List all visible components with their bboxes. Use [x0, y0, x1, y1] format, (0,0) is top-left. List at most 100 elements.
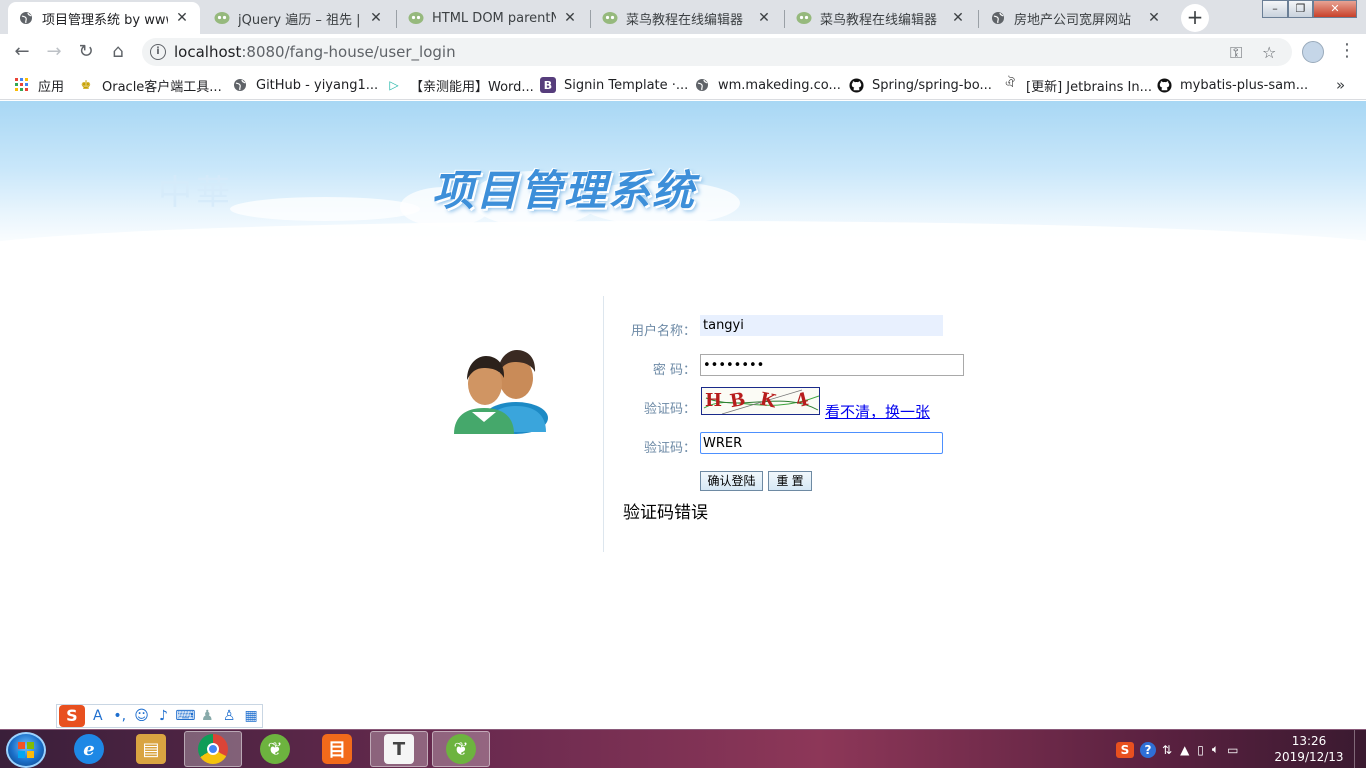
- windows-start-icon[interactable]: [6, 732, 46, 768]
- oracle-icon: ♚: [80, 78, 92, 92]
- taskbar-ie[interactable]: e: [60, 731, 118, 767]
- browser-toolbar: ← → ↻ ⌂ i localhost:8080/fang-house/user…: [0, 34, 1366, 70]
- tab-close-icon[interactable]: ✕: [562, 10, 578, 26]
- bookmark-mybatis-plus[interactable]: mybatis-plus-sam...: [1156, 76, 1308, 94]
- taskbar-chrome[interactable]: [184, 731, 242, 767]
- banner-watermark: 中華: [158, 173, 234, 213]
- tab-close-icon[interactable]: ✕: [1146, 10, 1162, 26]
- bookmark-star-icon[interactable]: ☆: [1262, 43, 1276, 62]
- globe-icon: [694, 77, 710, 93]
- tab-close-icon[interactable]: ✕: [174, 10, 190, 26]
- tab-title: HTML DOM parentNo: [432, 10, 556, 26]
- tab-runoob-editor-1[interactable]: 菜鸟教程在线编辑器 ✕: [592, 2, 782, 34]
- sogou-tray-icon[interactable]: S: [1116, 741, 1134, 758]
- bookmark-apps[interactable]: 应用: [14, 76, 64, 95]
- bookmarks-overflow-button[interactable]: »: [1336, 76, 1345, 94]
- ime-toolbar: S A •, ☺ ♪ ⌨ ♟ ♙ ▦: [56, 704, 263, 728]
- tab-close-icon[interactable]: ✕: [368, 10, 384, 26]
- system-tray: S ? ⇅ ▲ ▯ 🔈︎ ▭: [1116, 730, 1238, 769]
- bookmark-spring-boot[interactable]: Spring/spring-bo...: [848, 76, 992, 94]
- user-icon[interactable]: ♟: [196, 708, 218, 724]
- sogou-logo-icon[interactable]: S: [59, 705, 85, 727]
- ime-mode-icon[interactable]: A: [87, 708, 109, 724]
- back-arrow-icon[interactable]: ←: [10, 40, 34, 64]
- tab-title: jQuery 遍历 – 祖先 | 菜: [238, 12, 362, 28]
- show-desktop-button[interactable]: [1354, 730, 1366, 769]
- tab-project-system[interactable]: 项目管理系统 by www.r ✕: [8, 2, 200, 34]
- new-tab-button[interactable]: +: [1181, 4, 1209, 32]
- address-bar[interactable]: i localhost:8080/fang-house/user_login ⚿…: [142, 38, 1292, 66]
- tab-close-icon[interactable]: ✕: [756, 10, 772, 26]
- bookmark-jetbrains[interactable]: ঐ [更新] Jetbrains In...: [1002, 76, 1152, 95]
- login-button[interactable]: 确认登陆: [700, 471, 763, 491]
- runoob-icon: [796, 10, 812, 26]
- ie-icon: e: [74, 734, 104, 764]
- bookmarks-bar: 应用 ♚ Oracle客户端工具... GitHub - yiyang1... …: [0, 70, 1366, 100]
- tab-real-estate[interactable]: 房地产公司宽屏网站 ✕: [980, 2, 1172, 34]
- captcha-input-label: 验证码：: [643, 441, 696, 456]
- globe-icon: [990, 10, 1006, 26]
- close-window-button[interactable]: ✕: [1313, 0, 1357, 18]
- taskbar-spring-tool-2[interactable]: ❦: [432, 731, 490, 767]
- taskbar-orange-app[interactable]: 目: [308, 731, 366, 767]
- username-field[interactable]: [700, 315, 943, 336]
- taskbar-typora[interactable]: T: [370, 731, 428, 767]
- bookmark-makeding[interactable]: wm.makeding.co...: [694, 76, 841, 94]
- captcha-refresh-link[interactable]: 看不清，换一张: [825, 401, 930, 422]
- toolbox-icon[interactable]: ▦: [240, 708, 262, 724]
- skin-icon[interactable]: ♙: [218, 708, 240, 724]
- network-arrows-icon[interactable]: ⇅: [1162, 743, 1172, 757]
- emoji-icon[interactable]: ☺: [131, 708, 153, 724]
- bookmark-signin-template[interactable]: B Signin Template ·...: [540, 76, 688, 94]
- forward-arrow-icon[interactable]: →: [42, 40, 66, 64]
- captcha-image[interactable]: H B K 4: [701, 387, 820, 415]
- minimize-button[interactable]: –: [1262, 0, 1288, 18]
- maximize-button[interactable]: ❐: [1288, 0, 1313, 18]
- punctuation-icon[interactable]: •,: [109, 708, 131, 724]
- tray-expand-icon[interactable]: ▲: [1180, 743, 1189, 757]
- browser-tabstrip: 项目管理系统 by www.r ✕ jQuery 遍历 – 祖先 | 菜 ✕ H…: [0, 0, 1366, 34]
- cloud-decoration: [0, 221, 1366, 251]
- tab-separator: [784, 10, 785, 28]
- spring-leaf-icon: ❦: [260, 734, 290, 764]
- password-field[interactable]: [700, 354, 964, 376]
- tab-title: 项目管理系统 by www.r: [42, 12, 168, 28]
- voice-icon[interactable]: ♪: [153, 708, 175, 724]
- taskbar-clock[interactable]: 13:26 2019/12/13: [1274, 733, 1344, 765]
- reload-icon[interactable]: ↻: [74, 40, 98, 64]
- tab-runoob-editor-2[interactable]: 菜鸟教程在线编辑器 ✕: [786, 2, 976, 34]
- captcha-input-field[interactable]: [700, 432, 943, 454]
- profile-avatar[interactable]: [1302, 41, 1324, 63]
- reset-button[interactable]: 重 置: [768, 471, 812, 491]
- tab-html-dom[interactable]: HTML DOM parentNo ✕: [398, 2, 588, 34]
- taskbar-spring-tool[interactable]: ❦: [246, 731, 304, 767]
- network-icon[interactable]: ▭: [1227, 743, 1238, 757]
- browser-menu-icon[interactable]: ⋮: [1338, 40, 1356, 61]
- address-url: localhost:8080/fang-house/user_login: [174, 43, 456, 61]
- site-info-icon[interactable]: i: [150, 44, 166, 60]
- home-icon[interactable]: ⌂: [106, 40, 130, 64]
- bookmark-word[interactable]: ▷ 【亲测能用】Word...: [386, 76, 533, 95]
- apps-grid-icon: [14, 77, 30, 93]
- clock-time: 13:26: [1291, 734, 1327, 748]
- users-icon: [452, 348, 550, 436]
- tab-close-icon[interactable]: ✕: [950, 10, 966, 26]
- bookmark-label: GitHub - yiyang1...: [256, 77, 379, 93]
- taskbar-explorer[interactable]: ▤: [122, 731, 180, 767]
- jetbrains-icon: ঐ: [1005, 76, 1015, 90]
- captcha-label: 验证码：: [643, 402, 696, 417]
- key-icon[interactable]: ⚿: [1230, 43, 1242, 63]
- power-icon[interactable]: ▯: [1197, 743, 1204, 757]
- bookmark-github-yiyang[interactable]: GitHub - yiyang1...: [232, 76, 378, 94]
- help-icon[interactable]: ?: [1140, 741, 1156, 758]
- keyboard-icon[interactable]: ⌨: [174, 708, 196, 724]
- globe-icon: [232, 77, 248, 93]
- page-title: 项目管理系统: [432, 166, 697, 215]
- bookmark-label: Signin Template ·...: [564, 77, 689, 93]
- tab-jquery[interactable]: jQuery 遍历 – 祖先 | 菜 ✕: [204, 2, 394, 34]
- bookmark-label: Spring/spring-bo...: [872, 77, 992, 93]
- orange-app-icon: 目: [322, 734, 352, 764]
- tab-title: 菜鸟教程在线编辑器: [820, 12, 938, 28]
- bookmark-oracle[interactable]: ♚ Oracle客户端工具...: [78, 76, 222, 95]
- volume-icon[interactable]: 🔈︎: [1212, 742, 1219, 757]
